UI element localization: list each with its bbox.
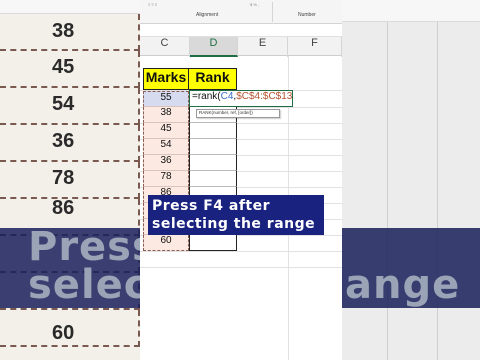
ribbon: ≡ ≡ ≡ $ % , Alignment Number (140, 0, 342, 24)
ribbon-separator (272, 2, 273, 22)
rank-cell[interactable] (189, 171, 237, 187)
gridline (140, 251, 342, 252)
column-header-f[interactable]: F (288, 37, 342, 57)
column-headers: C D E F (140, 36, 342, 57)
marks-header[interactable]: Marks (143, 68, 189, 90)
background-cell: 54 (0, 88, 140, 125)
marks-cell[interactable]: 36 (143, 155, 189, 171)
rank-cell[interactable] (189, 123, 237, 139)
column-header-d[interactable]: D (190, 37, 238, 57)
background-cell-value: 45 (52, 56, 75, 78)
formula-ref-range: $C$4:$C$13 (236, 91, 293, 102)
column-header-c[interactable]: C (140, 37, 190, 57)
background-cell-value: 38 (52, 20, 75, 42)
background-cell: 45 (0, 51, 140, 88)
background-cell-value: 60 (52, 322, 75, 344)
formula-tooltip: RANK(number, ref, [order]) (196, 109, 280, 118)
rank-cell[interactable] (189, 235, 237, 251)
formula-ref-number: C4 (220, 91, 234, 102)
ribbon-number-icons[interactable]: $ % , (250, 2, 259, 7)
ribbon-align-icons[interactable]: ≡ ≡ ≡ (148, 2, 157, 7)
marks-cell[interactable]: 38 (143, 107, 189, 123)
background-caption-text: ange (345, 262, 461, 308)
marks-cell[interactable]: 78 (143, 171, 189, 187)
background-ribbon-strip (342, 0, 480, 22)
background-caption-text: selec (28, 262, 149, 308)
rank-cell[interactable] (189, 155, 237, 171)
ribbon-number-label: Number (298, 12, 316, 18)
background-cell-value: 78 (52, 167, 75, 189)
ribbon-alignment-label: Alignment (196, 12, 219, 18)
background-cell-value: 86 (52, 197, 75, 219)
background-cell: 36 (0, 125, 140, 162)
instruction-caption: Press F4 after selecting the range (148, 195, 324, 235)
marks-cell[interactable]: 60 (143, 235, 189, 251)
marks-cell[interactable]: 45 (143, 123, 189, 139)
background-cell: 38 (0, 14, 140, 51)
spreadsheet-panel: ≡ ≡ ≡ $ % , Alignment Number C D E F Mar… (140, 0, 342, 360)
background-ribbon-strip (0, 0, 140, 14)
column-header-e[interactable]: E (238, 37, 288, 57)
formula-edit-cell[interactable]: =rank(C4,$C$4:$C$13 (189, 90, 293, 107)
background-cell-value: 54 (52, 93, 75, 115)
background-cell: 60 (0, 310, 140, 347)
caption-line-1: Press F4 after (152, 198, 271, 214)
rank-cell[interactable] (189, 139, 237, 155)
gridline (140, 267, 342, 268)
background-cell: 78 (0, 162, 140, 199)
marks-cell[interactable]: 55 (143, 91, 189, 107)
background-cell-value: 36 (52, 130, 75, 152)
caption-line-2: selecting the range (152, 216, 316, 232)
formula-prefix: =rank( (192, 91, 221, 102)
rank-header[interactable]: Rank (189, 68, 237, 90)
marks-cell[interactable]: 54 (143, 139, 189, 155)
